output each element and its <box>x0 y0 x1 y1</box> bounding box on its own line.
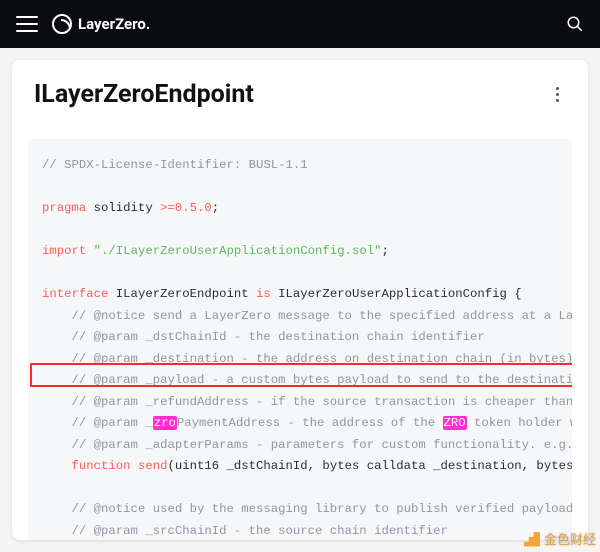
code-token: import <box>42 244 86 258</box>
code-line: // @param _srcChainId - the source chain… <box>42 524 448 538</box>
code-token <box>86 244 93 258</box>
code-token: interface <box>42 287 108 301</box>
watermark-icon <box>524 531 540 547</box>
code-block: // SPDX-License-Identifier: BUSL-1.1 pra… <box>28 139 572 540</box>
code-token: >=0.5.0 <box>160 201 212 215</box>
code-token: is <box>256 287 271 301</box>
code-line: // @param _zroPaymentAddress - the addre… <box>42 416 572 430</box>
page-title: ILayerZeroEndpoint <box>34 80 254 109</box>
code-token: pragma <box>42 201 86 215</box>
code-line: function send(uint16 _dstChainId, bytes … <box>42 459 572 473</box>
watermark-text: 金色财经 <box>544 529 596 548</box>
code-token: solidity <box>86 201 160 215</box>
code-line: // @param _dstChainId - the destination … <box>42 330 485 344</box>
code-line: // @notice send a LayerZero message to t… <box>42 309 572 323</box>
menu-icon[interactable] <box>16 16 38 32</box>
code-line: // @param _adapterParams - parameters fo… <box>42 438 572 452</box>
page-actions-icon[interactable] <box>548 86 566 104</box>
code-token: "./ILayerZeroUserApplicationConfig.sol" <box>94 244 382 258</box>
code-line: // @param _refundAddress - if the source… <box>42 395 572 409</box>
highlight-zro: ZRO <box>443 416 467 430</box>
code-token: ILayerZeroEndpoint <box>108 287 256 301</box>
search-icon[interactable] <box>566 15 584 33</box>
code-token: ILayerZeroUserApplicationConfig { <box>271 287 522 301</box>
brand-text: LayerZero. <box>78 15 150 33</box>
code-line: // @param _payload - a custom bytes payl… <box>42 373 572 387</box>
highlight-zro: zro <box>153 416 177 430</box>
watermark: 金色财经 <box>524 529 596 548</box>
layerzero-logo-icon <box>52 14 72 34</box>
page-header: ILayerZeroEndpoint <box>12 60 588 117</box>
code-line: // @param _destination - the address on … <box>42 352 572 366</box>
brand[interactable]: LayerZero. <box>52 14 150 34</box>
code-line: // SPDX-License-Identifier: BUSL-1.1 <box>42 158 308 172</box>
code-token: ; <box>212 201 219 215</box>
code-line: // @notice used by the messaging library… <box>42 502 572 516</box>
code-token: ; <box>381 244 388 258</box>
topbar: LayerZero. <box>0 0 600 48</box>
content-card: ILayerZeroEndpoint // SPDX-License-Ident… <box>12 60 588 540</box>
